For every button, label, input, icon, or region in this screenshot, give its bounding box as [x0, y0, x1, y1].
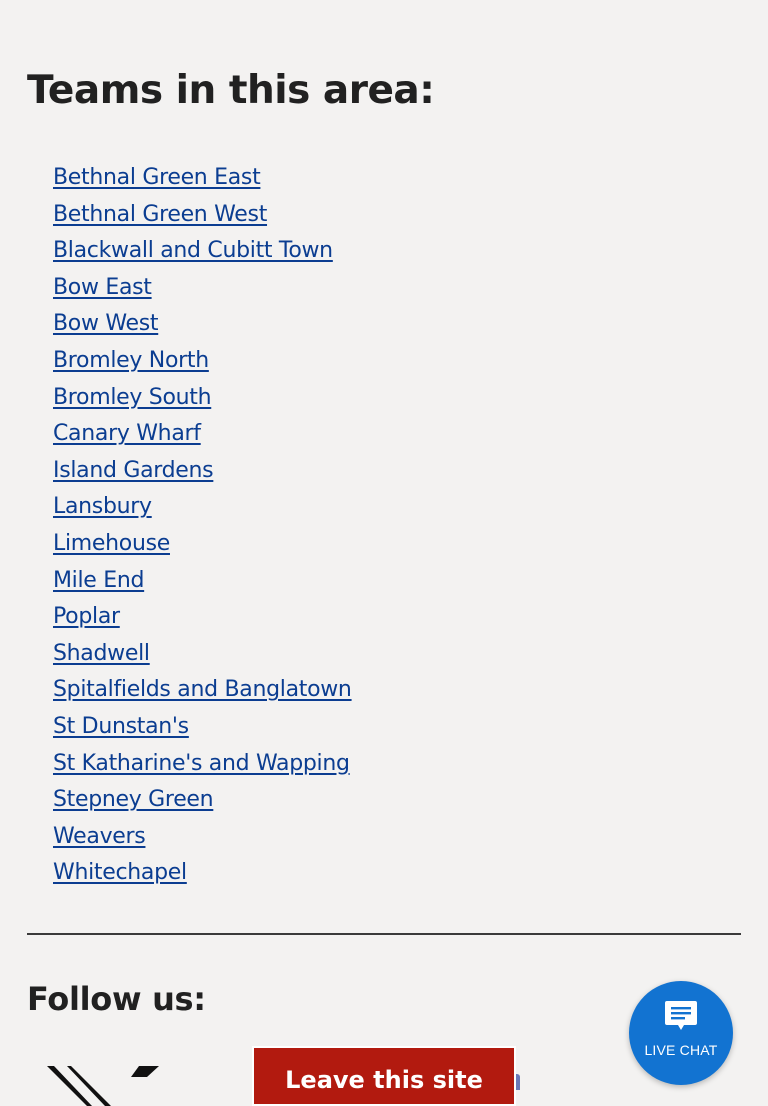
list-item: Limehouse [53, 526, 352, 563]
list-item: Whitechapel [53, 855, 352, 892]
leave-site-button[interactable]: Leave this site [252, 1046, 516, 1106]
team-link[interactable]: Canary Wharf [53, 421, 201, 446]
team-link[interactable]: Blackwall and Cubitt Town [53, 238, 333, 263]
team-link[interactable]: Bethnal Green East [53, 165, 261, 190]
team-link[interactable]: Mile End [53, 568, 144, 593]
list-item: St Dunstan's [53, 709, 352, 746]
team-link[interactable]: Stepney Green [53, 787, 214, 812]
team-link[interactable]: St Dunstan's [53, 714, 189, 739]
team-link[interactable]: Lansbury [53, 494, 152, 519]
list-item: Canary Wharf [53, 416, 352, 453]
follow-us-title: Follow us: [27, 980, 206, 1018]
section-divider [27, 933, 741, 935]
list-item: Stepney Green [53, 782, 352, 819]
team-link[interactable]: St Katharine's and Wapping [53, 751, 350, 776]
list-item: Mile End [53, 563, 352, 600]
list-item: St Katharine's and Wapping [53, 746, 352, 783]
team-link[interactable]: Weavers [53, 824, 146, 849]
team-link[interactable]: Spitalfields and Banglatown [53, 677, 352, 702]
list-item: Shadwell [53, 636, 352, 673]
team-link[interactable]: Poplar [53, 604, 120, 629]
list-item: Bethnal Green West [53, 197, 352, 234]
list-item: Weavers [53, 819, 352, 856]
team-link[interactable]: Bromley North [53, 348, 209, 373]
team-link[interactable]: Island Gardens [53, 458, 214, 483]
live-chat-label: LIVE CHAT [644, 1042, 718, 1058]
team-link[interactable]: Bow East [53, 275, 152, 300]
team-link[interactable]: Bromley South [53, 385, 212, 410]
live-chat-button[interactable]: LIVE CHAT [629, 981, 733, 1085]
team-link[interactable]: Bethnal Green West [53, 202, 267, 227]
team-link[interactable]: Limehouse [53, 531, 170, 556]
list-item: Bow East [53, 270, 352, 307]
list-item: Poplar [53, 599, 352, 636]
team-link[interactable]: Shadwell [53, 641, 150, 666]
teams-list: Bethnal Green East Bethnal Green West Bl… [53, 160, 352, 892]
list-item: Bow West [53, 306, 352, 343]
list-item: Spitalfields and Banglatown [53, 672, 352, 709]
team-link[interactable]: Bow West [53, 311, 159, 336]
list-item: Island Gardens [53, 453, 352, 490]
list-item: Lansbury [53, 489, 352, 526]
list-item: Bethnal Green East [53, 160, 352, 197]
list-item: Blackwall and Cubitt Town [53, 233, 352, 270]
team-link[interactable]: Whitechapel [53, 860, 187, 885]
leave-button-edge [516, 1074, 520, 1090]
teams-section-title: Teams in this area: [27, 68, 435, 113]
chat-bubble-icon [665, 1001, 697, 1030]
list-item: Bromley South [53, 380, 352, 417]
x-logo-icon[interactable] [47, 1066, 163, 1106]
list-item: Bromley North [53, 343, 352, 380]
